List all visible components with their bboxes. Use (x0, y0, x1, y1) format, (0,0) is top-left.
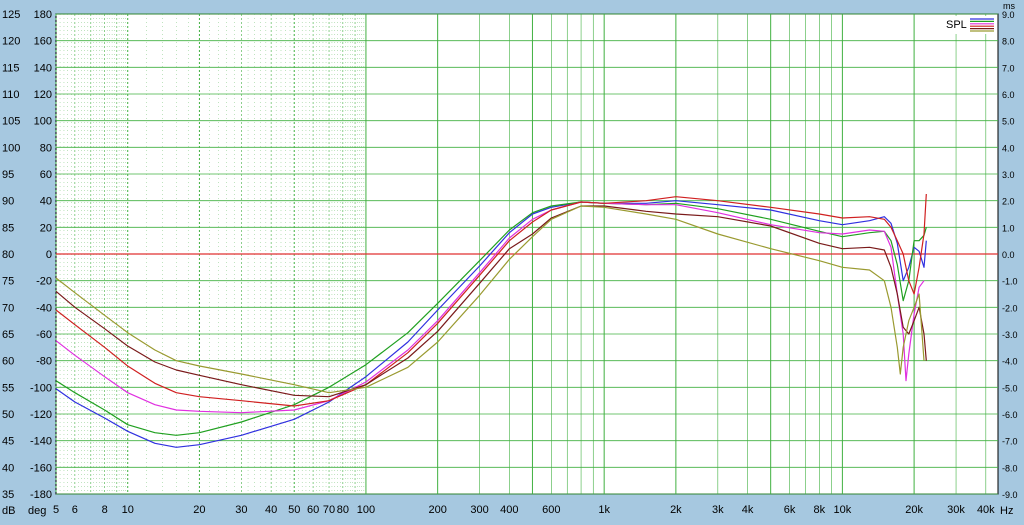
db-tick-label: 115 (2, 62, 20, 74)
ms-tick-label: 4.0 (1002, 143, 1015, 153)
deg-tick-label: -140 (30, 436, 52, 448)
ms-tick-label: -1.0 (1002, 277, 1018, 287)
deg-tick-label: -100 (30, 382, 52, 394)
x-tick-label: 400 (500, 504, 518, 516)
x-tick-label: 1k (598, 504, 610, 516)
ms-unit-label: ms (1003, 1, 1015, 11)
ms-tick-label: -5.0 (1002, 383, 1018, 393)
db-tick-label: 80 (2, 249, 14, 261)
deg-tick-label: 120 (34, 89, 52, 101)
x-tick-label: 30 (235, 504, 247, 516)
db-tick-label: 45 (2, 436, 14, 448)
x-tick-label: 200 (428, 504, 446, 516)
deg-tick-label: 20 (40, 222, 52, 234)
x-tick-label: 70 (323, 504, 335, 516)
x-tick-label: 6k (784, 504, 796, 516)
x-tick-label: 80 (337, 504, 349, 516)
ms-tick-label: 0.0 (1002, 250, 1015, 260)
db-tick-label: 110 (2, 89, 20, 101)
ms-tick-label: -9.0 (1002, 490, 1018, 500)
ms-tick-label: 8.0 (1002, 37, 1015, 47)
db-tick-label: 35 (2, 489, 14, 501)
x-tick-label: 40 (265, 504, 277, 516)
db-tick-label: 125 (2, 9, 20, 21)
ms-tick-label: -4.0 (1002, 357, 1018, 367)
db-tick-label: 85 (2, 222, 14, 234)
deg-tick-label: 80 (40, 142, 52, 154)
ms-tick-label: 5.0 (1002, 117, 1015, 127)
x-tick-label: 50 (288, 504, 300, 516)
deg-tick-label: 160 (34, 36, 52, 48)
x-tick-label: 5 (53, 504, 59, 516)
db-tick-label: 120 (2, 36, 20, 48)
ms-tick-label: 1.0 (1002, 223, 1015, 233)
chart-window: 125 120 115 110 105 100 95 90 85 80 75 70 65 60 55 50 45… (0, 0, 1024, 520)
ms-tick-label: 6.0 (1002, 90, 1015, 100)
db-tick-label: 75 (2, 276, 14, 288)
legend-label: SPL (946, 19, 967, 31)
db-tick-label: 90 (2, 196, 14, 208)
frequency-axis-labels: 5 6 8 10 20 30 40 50 60 70 80 100 200 300 400 600 1k 2k 3k… (53, 504, 995, 516)
deg-tick-label: -120 (30, 409, 52, 421)
hz-unit-label: Hz (1000, 505, 1013, 517)
x-tick-label: 10 (122, 504, 134, 516)
db-tick-label: 40 (2, 462, 14, 474)
db-tick-label: 105 (2, 116, 20, 128)
db-unit-label: dB (2, 505, 15, 517)
x-tick-label: 100 (357, 504, 375, 516)
spl-phase-chart[interactable]: 1251201151101051009590858075706560555045… (0, 0, 1024, 520)
x-tick-label: 8 (102, 504, 108, 516)
x-tick-label: 20 (193, 504, 205, 516)
db-tick-label: 100 (2, 142, 20, 154)
db-axis-labels: 125 120 115 110 105 100 95 90 85 80 75 70 65 60 55 50 45… (2, 9, 20, 501)
db-tick-label: 60 (2, 356, 14, 368)
db-tick-label: 50 (2, 409, 14, 421)
x-tick-label: 3k (712, 504, 724, 516)
db-tick-label: 95 (2, 169, 14, 181)
ms-tick-label: -6.0 (1002, 410, 1018, 420)
deg-axis-labels: 180 160 140 120 100 80 60 40 20 0 -20 -40 -60 -80 -100… (30, 9, 52, 501)
deg-tick-label: 60 (40, 169, 52, 181)
deg-tick-label: 40 (40, 196, 52, 208)
ms-tick-label: -3.0 (1002, 330, 1018, 340)
deg-tick-label: -180 (30, 489, 52, 501)
deg-unit-label: deg (28, 505, 46, 517)
db-tick-label: 70 (2, 302, 14, 314)
ms-tick-label: -8.0 (1002, 463, 1018, 473)
deg-tick-label: -80 (36, 356, 52, 368)
x-tick-label: 60 (307, 504, 319, 516)
x-tick-label: 600 (542, 504, 560, 516)
x-tick-label: 4k (742, 504, 754, 516)
deg-tick-label: 140 (34, 62, 52, 74)
deg-tick-label: -40 (36, 302, 52, 314)
ms-tick-label: 7.0 (1002, 63, 1015, 73)
ms-tick-label: 3.0 (1002, 170, 1015, 180)
deg-tick-label: 0 (46, 249, 52, 261)
ms-tick-label: -7.0 (1002, 437, 1018, 447)
db-tick-label: 55 (2, 382, 14, 394)
ms-axis-labels: 9.0 8.0 7.0 6.0 5.0 4.0 3.0 2.0 1.0 0.0 -1.0 -2.0 -3… (1002, 10, 1018, 500)
ms-tick-label: 2.0 (1002, 197, 1015, 207)
x-tick-label: 30k (947, 504, 965, 516)
deg-tick-label: 180 (34, 9, 52, 21)
deg-tick-label: -20 (36, 276, 52, 288)
x-tick-label: 300 (470, 504, 488, 516)
x-tick-label: 10k (834, 504, 852, 516)
x-tick-label: 40k (977, 504, 995, 516)
deg-tick-label: -160 (30, 462, 52, 474)
ms-tick-label: -2.0 (1002, 303, 1018, 313)
deg-tick-label: 100 (34, 116, 52, 128)
x-tick-label: 8k (813, 504, 825, 516)
deg-tick-label: -60 (36, 329, 52, 341)
ms-tick-label: 9.0 (1002, 10, 1015, 20)
x-tick-label: 6 (72, 504, 78, 516)
x-tick-label: 20k (905, 504, 923, 516)
db-tick-label: 65 (2, 329, 14, 341)
x-tick-label: 2k (670, 504, 682, 516)
legend[interactable]: SPL (942, 16, 996, 34)
